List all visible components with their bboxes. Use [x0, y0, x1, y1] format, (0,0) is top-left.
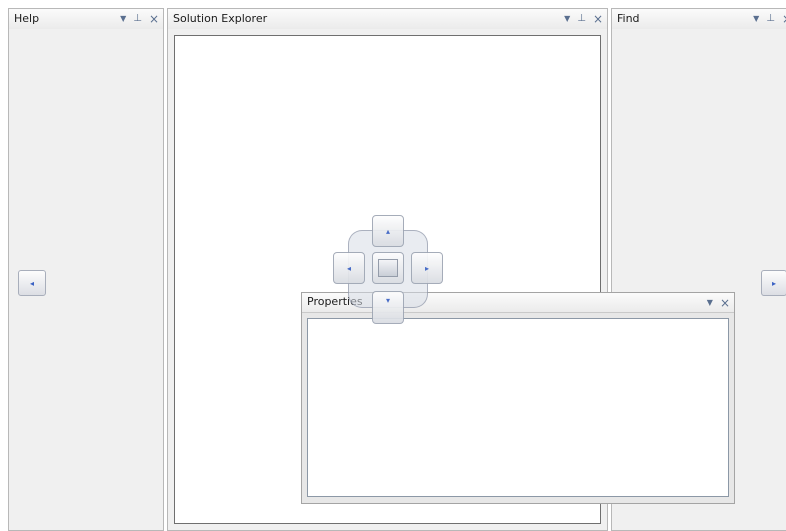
find-pane-title: Find — [617, 12, 640, 25]
dock-guide-bottom-button[interactable]: ▾ — [372, 291, 404, 324]
arrow-down-icon: ▾ — [385, 296, 390, 305]
properties-content[interactable] — [307, 318, 729, 497]
find-pane-header[interactable]: Find ▼ ⊥ × — [612, 9, 786, 30]
arrow-right-icon: ▸ — [424, 263, 429, 273]
pin-icon[interactable]: ⊥ — [766, 13, 775, 24]
properties-floating-window[interactable]: Properties ▼ × — [301, 292, 735, 504]
arrow-left-icon: ◂ — [346, 263, 351, 273]
dock-guide-center-button[interactable] — [372, 252, 404, 284]
pin-icon[interactable]: ⊥ — [577, 13, 586, 24]
dropdown-icon[interactable]: ▼ — [120, 14, 126, 23]
close-icon[interactable]: × — [149, 13, 159, 25]
help-pane-title: Help — [14, 12, 40, 25]
arrow-up-icon: ▴ — [385, 226, 390, 236]
dock-right-arrow-button[interactable]: ▸ — [761, 270, 786, 296]
dropdown-icon[interactable]: ▼ — [564, 14, 570, 23]
help-pane-header[interactable]: Help ▼ ⊥ × — [9, 9, 163, 30]
dock-center-icon — [378, 259, 398, 277]
close-icon[interactable]: × — [720, 297, 730, 309]
pin-icon[interactable]: ⊥ — [133, 13, 142, 24]
dock-guide-left-button[interactable]: ◂ — [333, 252, 365, 284]
solution-explorer-title: Solution Explorer — [173, 12, 268, 25]
arrow-left-icon: ◂ — [29, 278, 34, 288]
dropdown-icon[interactable]: ▼ — [707, 298, 713, 307]
dock-left-arrow-button[interactable]: ◂ — [18, 270, 46, 296]
close-icon[interactable]: × — [593, 13, 603, 25]
arrow-right-icon: ▸ — [771, 278, 776, 288]
close-icon[interactable]: × — [782, 13, 786, 25]
solution-explorer-header[interactable]: Solution Explorer ▼ ⊥ × — [168, 9, 607, 30]
dock-guide-right-button[interactable]: ▸ — [411, 252, 443, 284]
dropdown-icon[interactable]: ▼ — [753, 14, 759, 23]
dock-guide-top-button[interactable]: ▴ — [372, 215, 404, 247]
